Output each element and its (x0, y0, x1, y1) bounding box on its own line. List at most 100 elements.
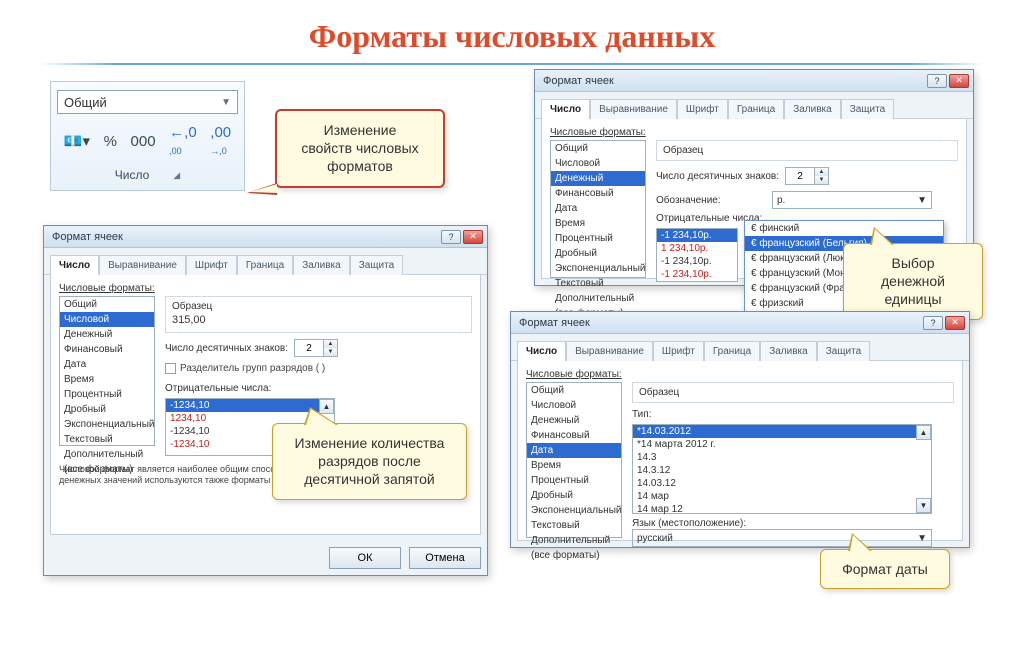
tab-number[interactable]: Число (50, 255, 99, 275)
list-item[interactable]: Дата (60, 357, 154, 372)
tab-fill[interactable]: Заливка (760, 341, 817, 361)
list-item[interactable]: 14.03.12 (633, 477, 931, 490)
list-item[interactable]: 14.3 (633, 451, 931, 464)
close-button[interactable]: ✕ (949, 74, 969, 88)
tab-border[interactable]: Граница (704, 341, 760, 361)
list-item[interactable]: Финансовый (527, 428, 621, 443)
decimals-stepper[interactable]: ▲▼ (294, 339, 338, 357)
tab-fill[interactable]: Заливка (293, 255, 350, 275)
ribbon-number-group: Общий ▼ 💶▾ % 000 ←,0,00 ,00→,0 Число ◢ (50, 81, 245, 191)
cancel-button[interactable]: Отмена (409, 547, 481, 569)
tab-border[interactable]: Граница (728, 99, 784, 119)
list-item[interactable]: (все форматы) (527, 548, 621, 563)
decimals-stepper[interactable]: ▲▼ (785, 167, 829, 185)
tab-protection[interactable]: Защита (817, 341, 870, 361)
close-button[interactable]: ✕ (945, 316, 965, 330)
tab-font[interactable]: Шрифт (186, 255, 237, 275)
decimals-input[interactable] (786, 171, 814, 182)
chevron-down-icon[interactable]: ▼ (815, 176, 828, 184)
list-item[interactable]: -1 234,10р. (657, 255, 737, 268)
date-type-list[interactable]: *14.03.2012 *14 марта 2012 г. 14.3 14.3.… (632, 424, 932, 514)
category-list[interactable]: Общий Числовой Денежный Финансовый Дата … (550, 140, 646, 278)
tab-alignment[interactable]: Выравнивание (566, 341, 653, 361)
category-list[interactable]: Общий Числовой Денежный Финансовый Дата … (59, 296, 155, 446)
list-item[interactable]: Денежный (60, 327, 154, 342)
help-button[interactable]: ? (927, 74, 947, 88)
list-item[interactable]: Дата (551, 201, 645, 216)
list-item[interactable]: Числовой (551, 156, 645, 171)
scroll-up-icon[interactable]: ▲ (916, 425, 931, 440)
chevron-down-icon[interactable]: ▼ (324, 348, 337, 356)
currency-symbol-select[interactable]: р.▼ (772, 191, 932, 209)
list-item[interactable]: Общий (60, 297, 154, 312)
list-item[interactable]: Финансовый (60, 342, 154, 357)
list-item[interactable]: Финансовый (551, 186, 645, 201)
tab-protection[interactable]: Защита (350, 255, 403, 275)
list-item[interactable]: Общий (527, 383, 621, 398)
list-item[interactable]: Общий (551, 141, 645, 156)
list-item[interactable]: Текстовый (551, 276, 645, 291)
tab-fill[interactable]: Заливка (784, 99, 841, 119)
category-list[interactable]: Общий Числовой Денежный Финансовый Дата … (526, 382, 622, 538)
tab-font[interactable]: Шрифт (653, 341, 704, 361)
help-button[interactable]: ? (923, 316, 943, 330)
comma-icon[interactable]: 000 (131, 133, 156, 150)
list-item[interactable]: Дополнительный (60, 447, 154, 462)
list-item[interactable]: Числовой (60, 312, 154, 327)
help-button[interactable]: ? (441, 230, 461, 244)
list-item[interactable]: Процентный (60, 387, 154, 402)
list-item[interactable]: Экспоненциальный (551, 261, 645, 276)
list-item[interactable]: Время (551, 216, 645, 231)
list-item[interactable]: Время (60, 372, 154, 387)
negative-list[interactable]: -1 234,10р. 1 234,10р. -1 234,10р. -1 23… (656, 228, 738, 282)
list-item[interactable]: -1 234,10р. (657, 229, 737, 242)
list-item[interactable]: 14.3.12 (633, 464, 931, 477)
list-item[interactable]: Дробный (527, 488, 621, 503)
tab-number[interactable]: Число (517, 341, 566, 361)
number-format-combo[interactable]: Общий ▼ (57, 90, 238, 114)
list-item[interactable]: Экспоненциальный (60, 417, 154, 432)
list-item[interactable]: Текстовый (60, 432, 154, 447)
list-item[interactable]: Экспоненциальный (527, 503, 621, 518)
tab-font[interactable]: Шрифт (677, 99, 728, 119)
group-separator-checkbox[interactable]: Разделитель групп разрядов ( ) (165, 363, 325, 374)
list-item[interactable]: Текстовый (527, 518, 621, 533)
chevron-up-icon[interactable]: ▲ (324, 340, 337, 348)
list-item[interactable]: 14 мар 12 (633, 503, 931, 516)
dialog-launcher-icon[interactable]: ◢ (173, 170, 180, 181)
decrease-decimal-icon[interactable]: ,00→,0 (210, 124, 231, 158)
percent-icon[interactable]: % (104, 133, 117, 150)
list-item[interactable]: Дата (527, 443, 621, 458)
list-item[interactable]: -1 234,10р. (657, 268, 737, 281)
tab-alignment[interactable]: Выравнивание (590, 99, 677, 119)
chevron-up-icon[interactable]: ▲ (815, 168, 828, 176)
list-item[interactable]: Дополнительный (527, 533, 621, 548)
decimals-input[interactable] (295, 343, 323, 354)
list-item[interactable]: 1 234,10р. (657, 242, 737, 255)
list-item[interactable]: Время (527, 458, 621, 473)
scroll-down-icon[interactable]: ▼ (916, 498, 931, 513)
categories-label: Числовые форматы: (550, 127, 958, 138)
list-item[interactable]: Денежный (551, 171, 645, 186)
tab-number[interactable]: Число (541, 99, 590, 119)
tab-alignment[interactable]: Выравнивание (99, 255, 186, 275)
list-item[interactable]: Дробный (551, 246, 645, 261)
close-button[interactable]: ✕ (463, 230, 483, 244)
list-item[interactable]: *14.03.2012 (633, 425, 931, 438)
tab-border[interactable]: Граница (237, 255, 293, 275)
list-item[interactable]: Денежный (527, 413, 621, 428)
list-item[interactable]: € финский (745, 221, 943, 236)
list-item[interactable]: Числовой (527, 398, 621, 413)
list-item[interactable]: Дополнительный (551, 291, 645, 306)
locale-select[interactable]: русский▼ (632, 529, 932, 547)
ok-button[interactable]: ОК (329, 547, 401, 569)
list-item[interactable]: Процентный (551, 231, 645, 246)
list-item[interactable]: Процентный (527, 473, 621, 488)
list-item[interactable]: 14 мар (633, 490, 931, 503)
list-item[interactable]: *14 марта 2012 г. (633, 438, 931, 451)
currency-icon[interactable]: 💶▾ (64, 132, 90, 150)
tab-protection[interactable]: Защита (841, 99, 894, 119)
increase-decimal-icon[interactable]: ←,0,00 (169, 124, 197, 158)
list-item[interactable]: Дробный (60, 402, 154, 417)
symbol-label: Обозначение: (656, 195, 766, 206)
